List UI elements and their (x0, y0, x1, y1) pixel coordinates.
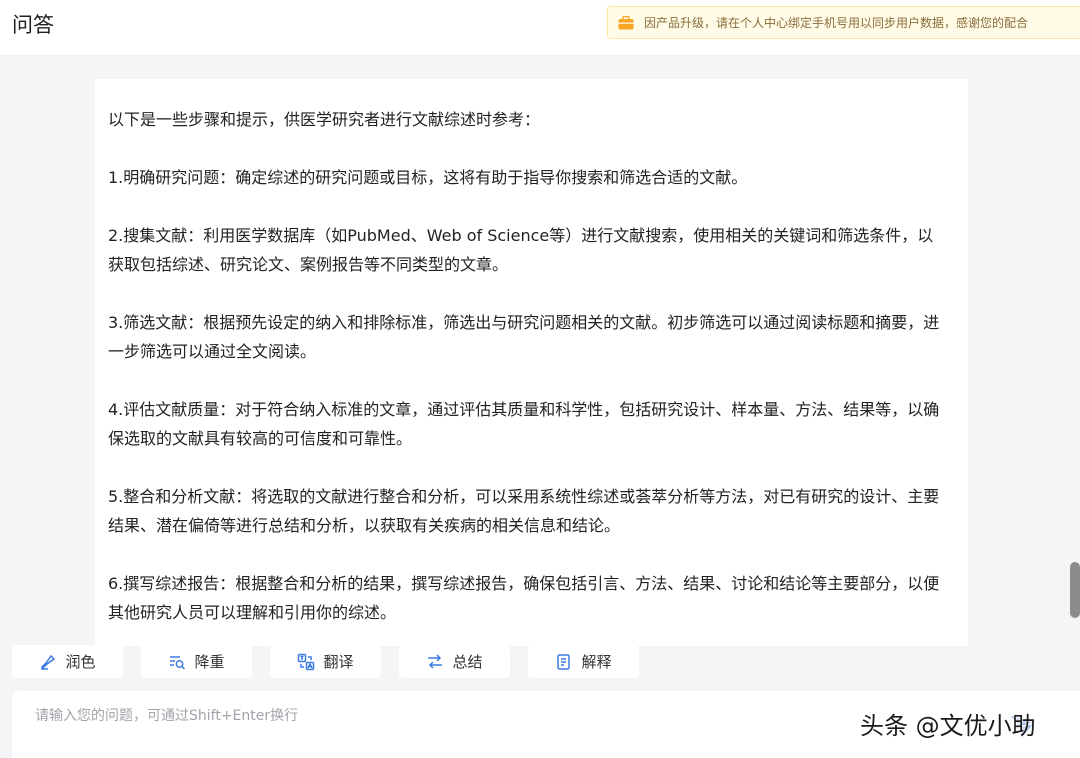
explain-label: 解释 (581, 653, 612, 671)
explain-icon (557, 653, 571, 670)
answer-paragraph: 1.明确研究问题：确定综述的研究问题或目标，这将有助于指导你搜索和筛选合适的文献… (108, 168, 748, 187)
answer-card: 以下是一些步骤和提示，供医学研究者进行文献综述时参考： 1.明确研究问题：确定综… (95, 79, 968, 646)
watermark-text: 头条 @文优小助 (860, 712, 1036, 740)
dedupe-button[interactable]: 降重 (141, 645, 252, 678)
answer-paragraph: 3.筛选文献：根据预先设定的纳入和排除标准，筛选出与研究问题相关的文献。初步筛选… (108, 313, 940, 361)
question-input[interactable] (35, 705, 835, 735)
explain-button[interactable]: 解释 (528, 645, 639, 678)
notice-text: 因产品升级，请在个人中心绑定手机号用以同步用户数据，感谢您的配合 (644, 16, 1029, 30)
scrollbar-thumb[interactable] (1070, 562, 1080, 618)
page-title: 问答 (12, 13, 54, 37)
notice-banner: 因产品升级，请在个人中心绑定手机号用以同步用户数据，感谢您的配合 (607, 6, 1080, 39)
answer-paragraph: 2.搜集文献：利用医学数据库（如PubMed、Web of Science等）进… (108, 226, 934, 274)
answer-paragraph: 5.整合和分析文献：将选取的文献进行整合和分析，可以采用系统性综述或荟萃分析等方… (108, 487, 940, 535)
answer-paragraph: 以下是一些步骤和提示，供医学研究者进行文献综述时参考： (108, 110, 541, 129)
dedupe-icon (170, 655, 186, 670)
translate-icon (298, 653, 315, 670)
summary-label: 总结 (452, 653, 483, 671)
polish-icon (41, 654, 56, 670)
polish-button[interactable]: 润色 (12, 645, 123, 678)
answer-paragraph: 6.撰写综述报告：根据整合和分析的结果，撰写综述报告，确保包括引言、方法、结果、… (108, 574, 940, 622)
summary-icon (428, 653, 443, 669)
answer-paragraph: 4.评估文献质量：对于符合纳入标准的文章，通过评估其质量和科学性，包括研究设计、… (108, 400, 940, 448)
briefcase-icon (618, 15, 634, 29)
translate-button[interactable]: 翻译 (270, 645, 381, 678)
translate-label: 翻译 (323, 653, 354, 671)
polish-label: 润色 (65, 653, 96, 671)
header-bar: 问答 因产品升级，请在个人中心绑定手机号用以同步用户数据，感谢您的配合 (0, 0, 1080, 56)
dedupe-label: 降重 (194, 653, 225, 671)
summary-button[interactable]: 总结 (399, 645, 510, 678)
